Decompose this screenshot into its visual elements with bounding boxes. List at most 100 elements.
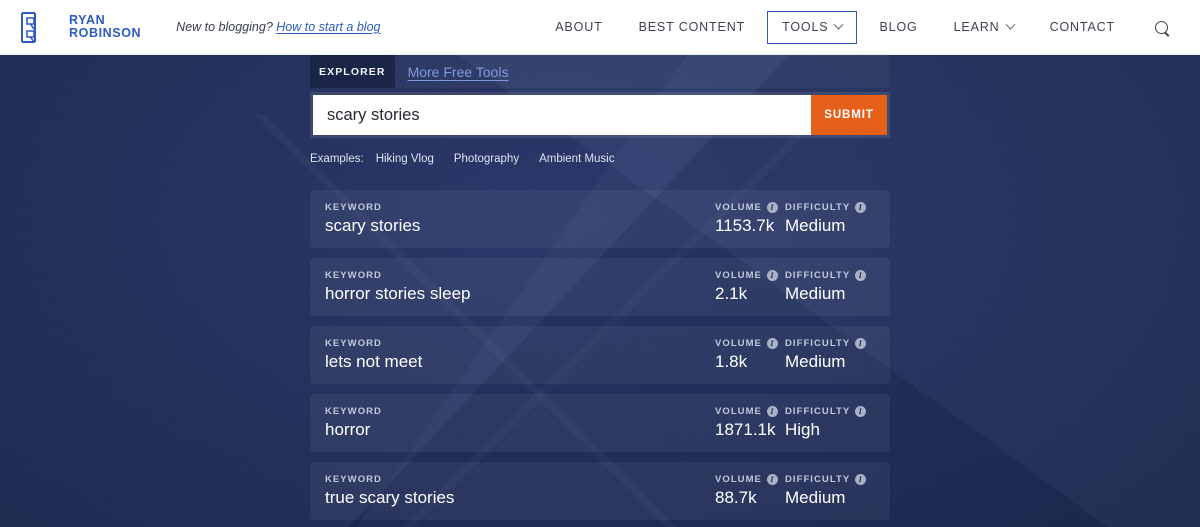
keyword-search-bar: SUBMIT — [310, 92, 890, 138]
more-free-tools-link[interactable]: More Free Tools — [408, 64, 509, 80]
volume-value: 1.8k — [715, 351, 748, 371]
volume-cell: VOLUME i 2.1k — [715, 270, 778, 305]
table-row[interactable]: KEYWORD lets not meet VOLUME i 1.8k DIFF… — [310, 326, 890, 384]
info-icon[interactable]: i — [855, 338, 867, 349]
difficulty-value: High — [785, 419, 820, 439]
difficulty-value: Medium — [785, 487, 846, 507]
difficulty-column-label: DIFFICULTY i — [785, 201, 867, 214]
nav-label-best-content: BEST CONTENT — [638, 20, 746, 34]
difficulty-cell: DIFFICULTY i High — [785, 405, 867, 441]
volume-cell: VOLUME i 1.8k — [715, 338, 778, 373]
keyword-value: true scary stories — [325, 487, 455, 507]
difficulty-value: Medium — [785, 215, 846, 235]
examples-label: Examples: — [310, 153, 364, 165]
difficulty-label-text: DIFFICULTY — [785, 405, 851, 417]
difficulty-column-label: DIFFICULTY i — [785, 473, 867, 486]
volume-value: 2.1k — [715, 283, 748, 303]
info-icon[interactable]: i — [855, 474, 867, 485]
examples-row: Examples: Hiking Vlog Photography Ambien… — [310, 153, 635, 165]
info-icon[interactable]: i — [855, 406, 867, 417]
nav-search-button[interactable] — [1133, 20, 1182, 34]
volume-label-text: VOLUME — [715, 405, 762, 417]
table-row[interactable]: KEYWORD horror VOLUME i 1871.1k DIFFICUL… — [310, 394, 890, 452]
logo-line-1: RYAN — [69, 12, 106, 27]
keyword-explorer-tool: EXPLORER More Free Tools SUBMIT Examples… — [310, 55, 890, 520]
keyword-column-label: KEYWORD — [325, 337, 382, 349]
keyword-cell: KEYWORD scary stories — [310, 202, 420, 237]
nav-item-about[interactable]: ABOUT — [537, 0, 620, 54]
table-row[interactable]: KEYWORD horror stories sleep VOLUME i 2.… — [310, 258, 890, 316]
logo-brackets-icon — [20, 11, 60, 44]
nav-item-tools[interactable]: TOOLS — [767, 10, 858, 44]
difficulty-value: Medium — [785, 351, 846, 371]
info-icon[interactable]: i — [766, 270, 778, 281]
volume-column-label: VOLUME i — [715, 406, 778, 418]
difficulty-cell: DIFFICULTY i Medium — [785, 270, 867, 305]
difficulty-cell: DIFFICULTY i Medium — [785, 201, 867, 237]
volume-column-label: VOLUME i — [715, 474, 778, 486]
tab-explorer[interactable]: EXPLORER — [310, 55, 395, 88]
info-icon[interactable]: i — [766, 474, 778, 485]
volume-cell: VOLUME i 1153.7k — [715, 202, 778, 237]
keyword-value: horror stories sleep — [325, 283, 471, 303]
nav-item-blog[interactable]: BLOG — [861, 0, 935, 54]
page-body: EXPLORER More Free Tools SUBMIT Examples… — [0, 55, 1200, 527]
difficulty-column-label: DIFFICULTY i — [785, 405, 867, 418]
volume-label-text: VOLUME — [715, 201, 762, 213]
nav-item-best-content[interactable]: BEST CONTENT — [621, 0, 764, 54]
logo[interactable]: RYAN ROBINSON — [20, 11, 141, 44]
volume-column-label: VOLUME i — [715, 202, 778, 214]
volume-cell: VOLUME i 1871.1k — [715, 406, 778, 441]
info-icon[interactable]: i — [855, 270, 867, 281]
example-hiking-vlog[interactable]: Hiking Vlog — [376, 153, 434, 165]
volume-value: 88.7k — [715, 487, 757, 507]
example-ambient-music[interactable]: Ambient Music — [539, 153, 614, 165]
tagline: New to blogging? How to start a blog — [176, 20, 380, 34]
example-photography[interactable]: Photography — [454, 153, 519, 165]
keyword-search-input[interactable] — [313, 95, 811, 135]
nav-label-blog: BLOG — [879, 20, 918, 34]
volume-column-label: VOLUME i — [715, 270, 778, 282]
logo-line-2: ROBINSON — [69, 26, 142, 40]
difficulty-cell: DIFFICULTY i Medium — [785, 337, 867, 373]
keyword-value: lets not meet — [325, 351, 423, 371]
chevron-down-icon — [1005, 19, 1016, 30]
nav-label-tools: TOOLS — [782, 20, 829, 34]
keyword-cell: KEYWORD lets not meet — [310, 338, 422, 373]
info-icon[interactable]: i — [855, 202, 867, 213]
tagline-prefix: New to blogging? — [176, 20, 273, 34]
difficulty-cell: DIFFICULTY i Medium — [785, 473, 867, 509]
main-nav: ABOUT BEST CONTENT TOOLS BLOG LEARN CONT… — [537, 0, 1200, 54]
nav-item-contact[interactable]: CONTACT — [1032, 0, 1133, 54]
volume-column-label: VOLUME i — [715, 338, 778, 350]
site-header: RYAN ROBINSON New to blogging? How to st… — [0, 0, 1200, 55]
difficulty-label-text: DIFFICULTY — [785, 337, 851, 349]
info-icon[interactable]: i — [766, 202, 778, 213]
results-list: KEYWORD scary stories VOLUME i 1153.7k D… — [310, 190, 890, 527]
volume-label-text: VOLUME — [715, 269, 762, 281]
table-row[interactable]: KEYWORD scary stories VOLUME i 1153.7k D… — [310, 190, 890, 248]
difficulty-label-text: DIFFICULTY — [785, 473, 851, 485]
nav-item-learn[interactable]: LEARN — [936, 0, 1032, 54]
volume-value: 1153.7k — [715, 215, 775, 235]
difficulty-column-label: DIFFICULTY i — [785, 270, 867, 282]
keyword-cell: KEYWORD true scary stories — [310, 474, 454, 509]
search-icon — [1155, 20, 1168, 34]
difficulty-column-label: DIFFICULTY i — [785, 337, 867, 350]
info-icon[interactable]: i — [766, 406, 778, 417]
info-icon[interactable]: i — [766, 338, 778, 349]
keyword-column-label: KEYWORD — [325, 201, 382, 213]
volume-value: 1871.1k — [715, 419, 776, 439]
keyword-column-label: KEYWORD — [325, 269, 382, 281]
volume-label-text: VOLUME — [715, 337, 762, 349]
keyword-column-label: KEYWORD — [325, 473, 382, 485]
how-to-start-a-blog-link[interactable]: How to start a blog — [276, 20, 380, 34]
keyword-value: scary stories — [325, 215, 421, 235]
difficulty-label-text: DIFFICULTY — [785, 201, 851, 213]
nav-label-contact: CONTACT — [1049, 20, 1115, 34]
logo-text: RYAN ROBINSON — [69, 12, 142, 41]
tab-explorer-label: EXPLORER — [319, 65, 386, 78]
submit-button[interactable]: SUBMIT — [811, 95, 887, 135]
table-row[interactable]: KEYWORD true scary stories VOLUME i 88.7… — [310, 462, 890, 520]
tool-tabbar: EXPLORER More Free Tools — [310, 55, 890, 88]
